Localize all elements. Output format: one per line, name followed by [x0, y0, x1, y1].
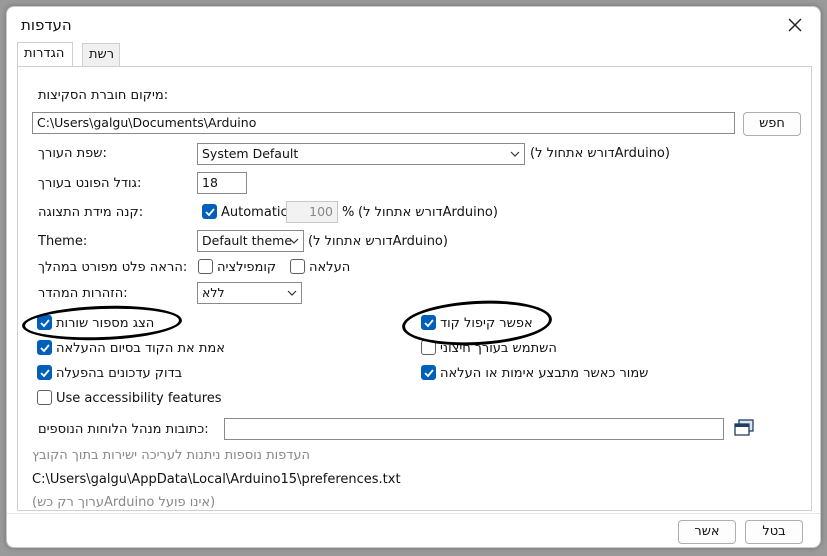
sketchbook-label: מיקום חוברת הסקיצות: — [38, 88, 169, 103]
save-on-verify-label: שמור כאשר מתבצע אימות או העלאה — [440, 366, 649, 381]
preferences-dialog: העדפות הגדרות רשת מיקום חוברת הסקיצות: C… — [6, 6, 821, 548]
percent-unit: % — [342, 205, 355, 220]
verify-after-upload-checkbox[interactable] — [37, 340, 52, 355]
font-size-input[interactable]: 18 — [197, 172, 247, 194]
accessibility-label: Use accessibility features — [56, 391, 222, 406]
checkmark-icon — [40, 369, 50, 378]
edit-when-closed-note: (ערוך רק כשArduino אינו פועל) — [32, 495, 216, 510]
verbose-upload-checkbox[interactable] — [290, 259, 305, 274]
ok-button[interactable]: אשר — [678, 520, 736, 544]
interface-scale-note: (דורש אתחול לArduino) — [358, 205, 498, 220]
chevron-down-icon — [510, 151, 520, 157]
verbose-compile-label: קומפילציה — [217, 260, 277, 275]
more-preferences-note: העדפות נוספות ניתנות לעריכה ישירות בתוך … — [32, 448, 311, 463]
checkmark-icon — [40, 344, 50, 353]
window-list-icon — [734, 419, 754, 436]
editor-language-note: (דורש אתחול לArduino) — [530, 146, 670, 161]
chevron-down-icon — [287, 290, 297, 296]
theme-note: (דורש אתחול לArduino) — [308, 234, 448, 249]
check-updates-checkbox[interactable] — [37, 365, 52, 380]
verbose-output-label: הראה פלט מפורט במהלך: — [38, 260, 188, 275]
check-updates-label: בדוק עדכונים בהפעלה — [56, 366, 183, 381]
compiler-warnings-select[interactable]: ללא — [197, 282, 302, 304]
window-title: העדפות — [21, 16, 72, 34]
editor-language-select[interactable]: System Default — [197, 143, 525, 165]
verify-after-upload-label: אמת את הקוד בסיום ההעלאה — [56, 341, 225, 356]
verbose-upload-label: העלאה — [309, 260, 351, 275]
cancel-button[interactable]: בטל — [745, 520, 803, 544]
close-icon — [788, 18, 802, 32]
preferences-file-path: C:\Users\galgu\AppData\Local\Arduino15\p… — [32, 472, 401, 487]
title-bar: העדפות — [7, 7, 820, 43]
save-on-verify-checkbox[interactable] — [421, 365, 436, 380]
theme-label: Theme: — [38, 234, 88, 249]
board-urls-input[interactable] — [224, 418, 724, 440]
board-urls-label: כתובות מנהל הלוחות הנוספים: — [38, 422, 209, 437]
footer-divider — [7, 513, 820, 514]
chevron-down-icon — [289, 238, 299, 244]
theme-select[interactable]: Default theme — [197, 230, 304, 252]
compiler-warnings-label: הזהרות המהדר: — [38, 286, 128, 301]
theme-value: Default theme — [202, 233, 293, 248]
font-size-label: גודל הפונט בעורך: — [38, 176, 142, 191]
compiler-warnings-value: ללא — [202, 285, 225, 300]
interface-scale-label: קנה מידת התצוגה: — [38, 205, 144, 220]
editor-language-value: System Default — [202, 146, 299, 161]
scale-percent-input[interactable]: 100 — [286, 201, 338, 223]
settings-panel: מיקום חוברת הסקיצות: C:\Users\galgu\Docu… — [17, 66, 812, 511]
checkmark-icon — [205, 208, 215, 217]
tab-network[interactable]: רשת — [82, 43, 120, 67]
editor-language-label: שפת העורך: — [38, 146, 107, 161]
tab-settings[interactable]: הגדרות — [17, 42, 73, 68]
annotation-circle-line-numbers — [21, 303, 183, 343]
sketchbook-location-input[interactable]: C:\Users\galgu\Documents\Arduino — [32, 112, 735, 134]
browse-button[interactable]: חפש — [743, 112, 801, 136]
verbose-compile-checkbox[interactable] — [198, 259, 213, 274]
automatic-scale-label: Automatic — [221, 205, 288, 220]
automatic-scale-checkbox[interactable] — [202, 204, 217, 219]
close-button[interactable] — [780, 11, 810, 39]
checkmark-icon — [424, 369, 434, 378]
accessibility-checkbox[interactable] — [37, 390, 52, 405]
open-url-list-button[interactable] — [733, 418, 755, 438]
